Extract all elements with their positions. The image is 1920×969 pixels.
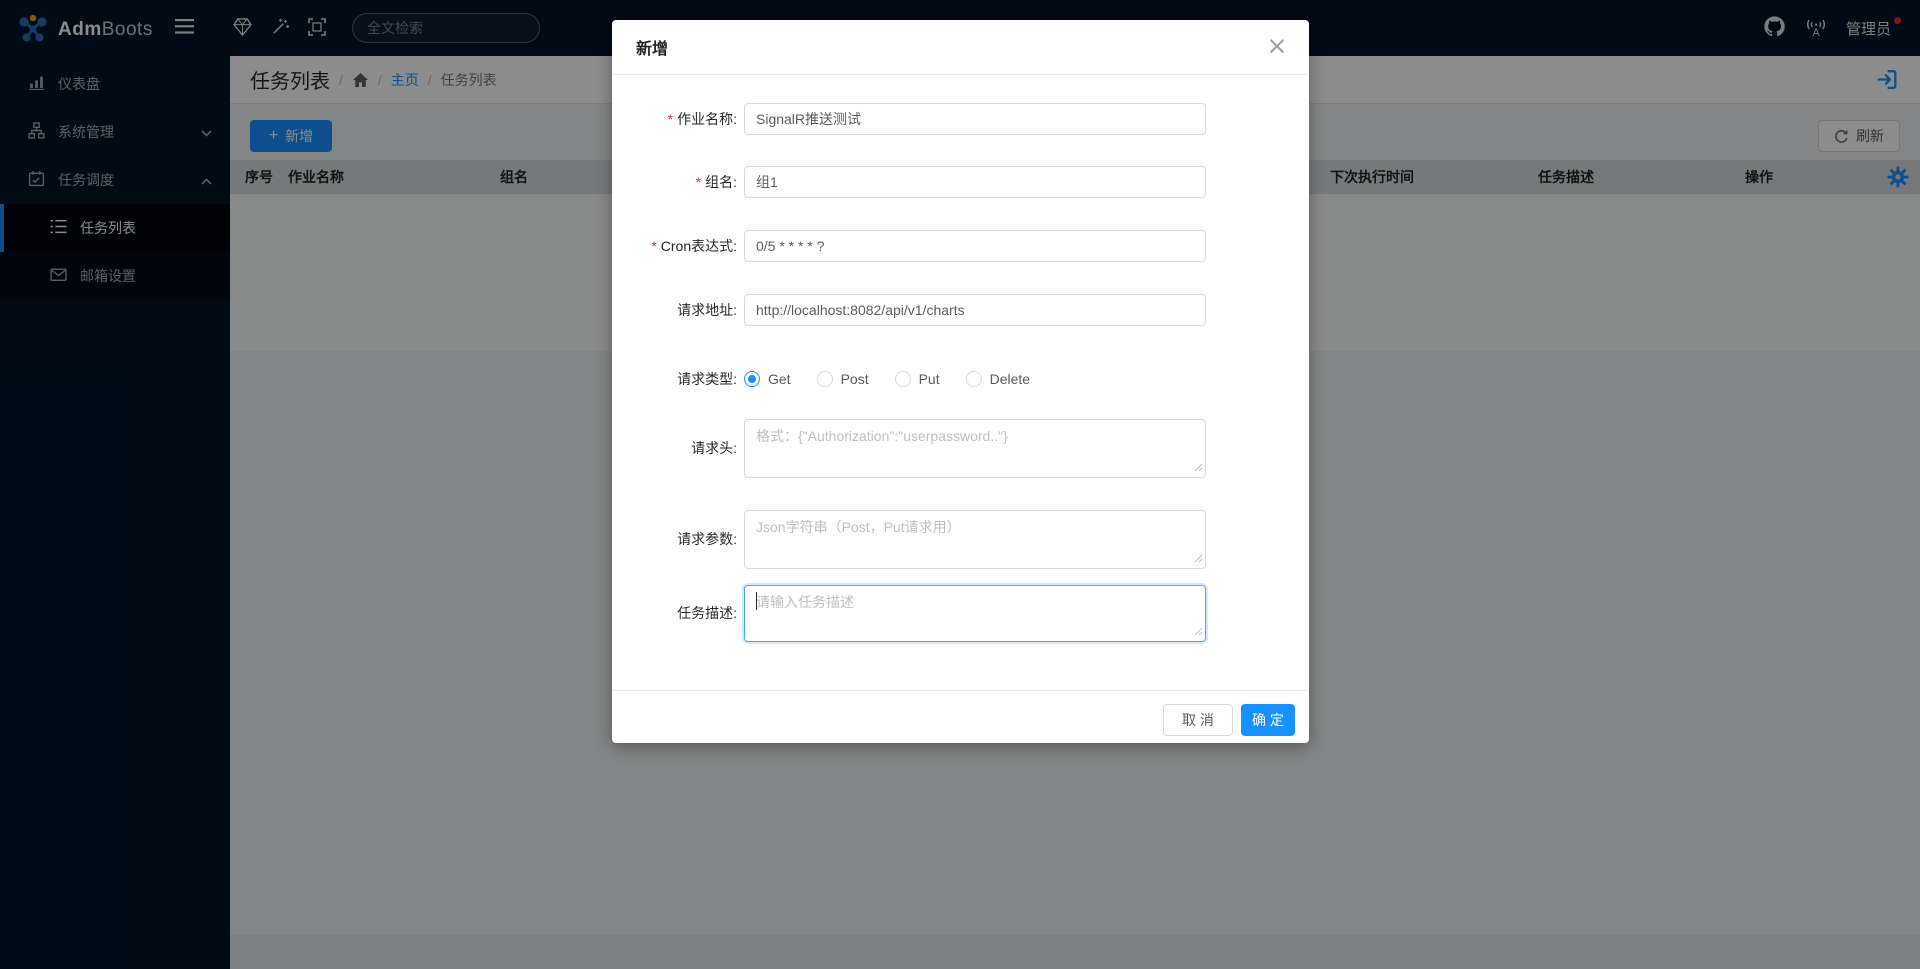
field-label: * Cron表达式: — [651, 238, 737, 254]
field-label: * 作业名称: — [667, 111, 737, 127]
radio-put[interactable]: Put — [894, 371, 940, 387]
field-label: 请求类型: — [677, 371, 737, 387]
request-header-textarea[interactable] — [744, 419, 1206, 478]
required-mark: * — [695, 174, 702, 190]
task-desc-textarea[interactable] — [744, 585, 1206, 642]
group-name-input[interactable] — [744, 166, 1206, 198]
field-label: 任务描述: — [677, 605, 737, 621]
add-task-modal: 新增 × *作业名称: *组名: *Cron表达式: 请求地址: 请求类型: G… — [612, 20, 1309, 743]
close-icon[interactable]: × — [1259, 28, 1295, 64]
required-mark: * — [651, 238, 657, 254]
modal-footer: 取 消 确 定 — [612, 690, 1309, 743]
radio-circle-icon — [744, 371, 760, 387]
cancel-button[interactable]: 取 消 — [1163, 704, 1233, 736]
modal-title: 新增 — [636, 41, 669, 58]
radio-delete[interactable]: Delete — [965, 371, 1030, 387]
radio-circle-icon — [816, 371, 833, 387]
required-mark: * — [667, 111, 674, 127]
cron-expression-input[interactable] — [744, 230, 1206, 262]
text-cursor — [756, 592, 757, 610]
field-label: 请求地址: — [677, 302, 737, 318]
radio-post[interactable]: Post — [816, 371, 869, 387]
radio-get[interactable]: Get — [744, 371, 791, 387]
field-label: 请求头: — [691, 440, 737, 456]
field-label: * 组名: — [695, 174, 737, 190]
job-name-input[interactable] — [744, 103, 1206, 135]
modal-header: 新增 × — [612, 20, 1309, 75]
request-params-textarea[interactable] — [744, 510, 1206, 569]
radio-circle-icon — [965, 371, 982, 387]
radio-circle-icon — [894, 371, 911, 387]
request-url-input[interactable] — [744, 294, 1206, 326]
field-label: 请求参数: — [677, 531, 737, 547]
app-root: 仪表盘 系统管理 任务调度 任务列表 邮箱设置 AdmBoots 全文检索 A … — [0, 0, 1920, 969]
ok-button[interactable]: 确 定 — [1241, 704, 1295, 736]
